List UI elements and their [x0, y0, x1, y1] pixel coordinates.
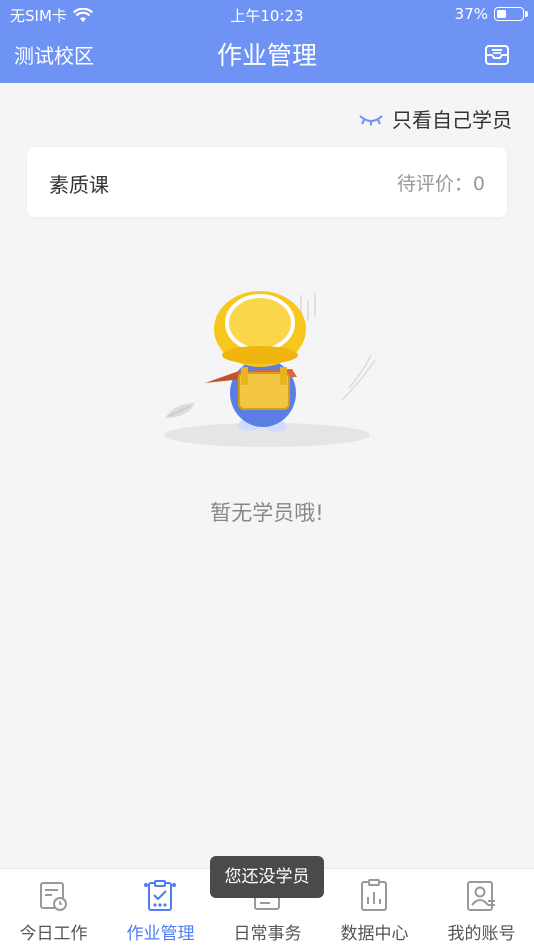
tab-homework[interactable]: 作业管理 [107, 869, 214, 950]
battery-fill [497, 10, 506, 18]
data-center-icon [361, 879, 387, 911]
course-title: 素质课 [49, 173, 109, 197]
tab-label: 数据中心 [340, 924, 409, 944]
only-my-students-toggle[interactable]: 只看自己学员 [358, 104, 512, 133]
eye-closed-icon [359, 114, 383, 125]
homework-icon [144, 880, 176, 911]
page-title: 作业管理 [216, 41, 317, 70]
pending-count: 待评价：0 [396, 173, 485, 195]
filter-label: 只看自己学员 [392, 108, 512, 132]
tab-label: 作业管理 [126, 924, 195, 944]
battery-percent: 37% [454, 5, 488, 23]
tab-label: 我的账号 [447, 924, 516, 944]
course-card[interactable]: 素质课 待评价：0 [27, 147, 507, 217]
today-work-icon [40, 882, 67, 911]
tab-today-work[interactable]: 今日工作 [0, 869, 107, 950]
status-bar: 无SIM卡 上午10:23 37% [0, 0, 534, 28]
account-icon [467, 881, 495, 911]
tab-my-account[interactable]: 我的账号 [428, 869, 534, 950]
empty-state-illustration [164, 291, 376, 447]
mailbox-icon[interactable] [482, 40, 512, 70]
toast-message: 您还没学员 [210, 856, 324, 898]
tab-data-center[interactable]: 数据中心 [321, 869, 428, 950]
battery-icon [494, 7, 528, 21]
empty-message: 暂无学员哦! [210, 501, 324, 525]
status-right: 37% [454, 5, 528, 23]
tab-label: 今日工作 [19, 924, 88, 944]
header-bar: 无SIM卡 上午10:23 37% 测试校区 作业管理 [0, 0, 534, 83]
tab-label: 日常事务 [233, 924, 302, 944]
